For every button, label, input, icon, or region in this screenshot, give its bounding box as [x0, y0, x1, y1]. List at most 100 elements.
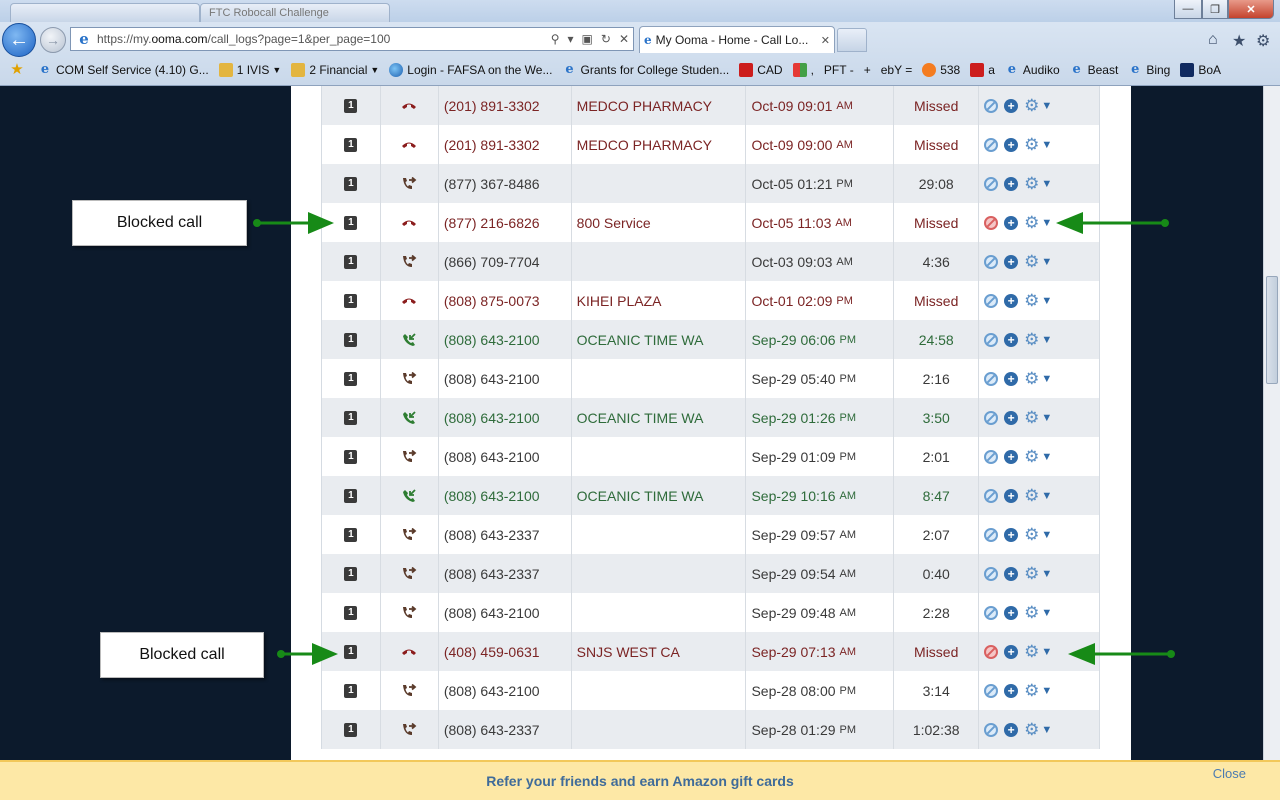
favorite-item-12[interactable]: a — [970, 63, 995, 77]
add-contact-icon[interactable]: + — [1004, 605, 1019, 620]
chevron-down-icon[interactable]: ▼ — [1041, 724, 1052, 736]
chevron-down-icon[interactable]: ▼ — [1041, 646, 1052, 658]
phone-number[interactable]: (808) 643-2337 — [439, 515, 572, 554]
tools-gear-icon[interactable]: ⚙ — [1256, 31, 1270, 51]
gear-icon[interactable]: ⚙ — [1024, 174, 1039, 194]
refresh-icon[interactable]: ↻ — [601, 32, 611, 46]
search-icon[interactable]: ⚲ — [551, 32, 560, 46]
phone-number[interactable]: (866) 709-7704 — [439, 242, 572, 281]
chevron-down-icon[interactable]: ▾ — [568, 32, 574, 46]
chevron-down-icon[interactable]: ▼ — [1041, 568, 1052, 580]
address-url[interactable]: https://my.ooma.com/call_logs?page=1&per… — [97, 32, 547, 46]
phone-number[interactable]: (877) 216-6826 — [439, 203, 572, 242]
favorite-item-16[interactable]: BoA — [1180, 63, 1221, 77]
phone-number[interactable]: (808) 643-2100 — [439, 476, 572, 515]
favorite-item-14[interactable]: e Beast — [1070, 63, 1118, 78]
add-contact-icon[interactable]: + — [1004, 332, 1019, 347]
add-contact-icon[interactable]: + — [1004, 449, 1019, 464]
add-contact-icon[interactable]: + — [1004, 371, 1019, 386]
add-contact-icon[interactable]: + — [1004, 410, 1019, 425]
block-icon[interactable] — [984, 332, 999, 347]
block-icon[interactable] — [984, 683, 999, 698]
block-icon[interactable] — [984, 371, 999, 386]
chevron-down-icon[interactable]: ▼ — [1041, 529, 1052, 541]
gear-icon[interactable]: ⚙ — [1024, 252, 1039, 272]
favorite-item-11[interactable]: 538 — [922, 63, 960, 77]
add-contact-icon[interactable]: + — [1004, 254, 1019, 269]
chevron-down-icon[interactable]: ▼ — [1041, 373, 1052, 385]
chevron-down-icon[interactable]: ▼ — [1041, 490, 1052, 502]
phone-number[interactable]: (877) 367-8486 — [439, 164, 572, 203]
forward-button[interactable]: → — [40, 27, 66, 53]
chevron-down-icon[interactable]: ▼ — [1041, 451, 1052, 463]
gear-icon[interactable]: ⚙ — [1024, 135, 1039, 155]
favorite-item-2[interactable]: 1 IVIS ▼ — [218, 63, 281, 77]
gear-icon[interactable]: ⚙ — [1024, 486, 1039, 506]
phone-number[interactable]: (408) 459-0631 — [439, 632, 572, 671]
favorite-item-10[interactable]: ebY = — [881, 63, 912, 77]
block-icon[interactable] — [984, 605, 999, 620]
gear-icon[interactable]: ⚙ — [1024, 213, 1039, 233]
add-contact-icon[interactable]: + — [1004, 566, 1019, 581]
chevron-down-icon[interactable]: ▼ — [1041, 607, 1052, 619]
block-icon[interactable] — [984, 254, 999, 269]
block-icon[interactable] — [984, 488, 999, 503]
vertical-scrollbar[interactable] — [1263, 86, 1280, 760]
block-icon[interactable] — [984, 137, 999, 152]
gear-icon[interactable]: ⚙ — [1024, 291, 1039, 311]
add-contact-icon[interactable]: + — [1004, 215, 1019, 230]
add-contact-icon[interactable]: + — [1004, 137, 1019, 152]
phone-number[interactable]: (808) 643-2337 — [439, 710, 572, 749]
minimize-button[interactable]: — — [1174, 0, 1202, 19]
add-contact-icon[interactable]: + — [1004, 488, 1019, 503]
favorites-star-icon[interactable]: ★ — [1232, 31, 1246, 51]
block-icon[interactable] — [984, 176, 999, 191]
phone-number[interactable]: (808) 643-2100 — [439, 437, 572, 476]
background-tab-2[interactable]: FTC Robocall Challenge — [200, 3, 390, 22]
banner-close-link[interactable]: Close — [1213, 766, 1246, 781]
add-contact-icon[interactable]: + — [1004, 683, 1019, 698]
block-icon[interactable] — [984, 722, 999, 737]
favorite-item-0[interactable]: ★ — [10, 62, 28, 77]
phone-number[interactable]: (201) 891-3302 — [439, 125, 572, 164]
add-contact-icon[interactable]: + — [1004, 98, 1019, 113]
favorite-item-1[interactable]: e COM Self Service (4.10) G... — [38, 63, 209, 78]
favorite-item-8[interactable]: PFT - — [824, 63, 854, 77]
add-contact-icon[interactable]: + — [1004, 644, 1019, 659]
gear-icon[interactable]: ⚙ — [1024, 564, 1039, 584]
active-tab[interactable]: e My Ooma - Home - Call Lo... ✕ — [639, 26, 835, 53]
chevron-down-icon[interactable]: ▼ — [1041, 139, 1052, 151]
favorite-item-4[interactable]: Login - FAFSA on the We... — [389, 63, 552, 77]
favorite-item-9[interactable]: + — [864, 63, 871, 77]
gear-icon[interactable]: ⚙ — [1024, 408, 1039, 428]
chevron-down-icon[interactable]: ▼ — [1041, 256, 1052, 268]
add-contact-icon[interactable]: + — [1004, 527, 1019, 542]
restore-button[interactable]: ❐ — [1202, 0, 1228, 19]
gear-icon[interactable]: ⚙ — [1024, 96, 1039, 116]
phone-number[interactable]: (808) 643-2100 — [439, 320, 572, 359]
chevron-down-icon[interactable]: ▼ — [1041, 295, 1052, 307]
block-icon[interactable] — [984, 293, 999, 308]
phone-number[interactable]: (808) 643-2100 — [439, 398, 572, 437]
stop-icon[interactable]: ✕ — [619, 32, 629, 46]
add-contact-icon[interactable]: + — [1004, 293, 1019, 308]
background-tab-1[interactable] — [10, 3, 200, 22]
gear-icon[interactable]: ⚙ — [1024, 720, 1039, 740]
add-contact-icon[interactable]: + — [1004, 176, 1019, 191]
lock-icon[interactable]: ▣ — [582, 32, 593, 46]
block-icon[interactable] — [984, 527, 999, 542]
gear-icon[interactable]: ⚙ — [1024, 681, 1039, 701]
tab-close-icon[interactable]: ✕ — [821, 34, 830, 47]
block-icon[interactable] — [984, 566, 999, 581]
favorite-item-15[interactable]: e Bing — [1128, 63, 1170, 78]
favorite-item-6[interactable]: CAD — [739, 63, 783, 77]
favorite-item-3[interactable]: 2 Financial ▼ — [291, 63, 379, 77]
chevron-down-icon[interactable]: ▼ — [1041, 178, 1052, 190]
phone-number[interactable]: (201) 891-3302 — [439, 86, 572, 125]
gear-icon[interactable]: ⚙ — [1024, 603, 1039, 623]
home-icon[interactable]: ⌂ — [1208, 31, 1218, 49]
phone-number[interactable]: (808) 643-2100 — [439, 593, 572, 632]
chevron-down-icon[interactable]: ▼ — [1041, 217, 1052, 229]
favorite-item-7[interactable]: , — [792, 63, 814, 77]
back-button[interactable]: ← — [2, 23, 36, 57]
